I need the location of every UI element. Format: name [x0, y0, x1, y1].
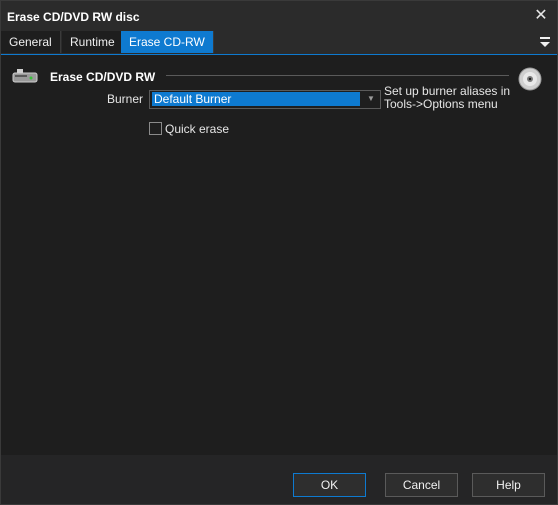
disc-icon — [518, 67, 542, 91]
burner-help-text: Set up burner aliases in Tools->Options … — [384, 84, 511, 111]
content-area — [1, 55, 557, 455]
tab-menu-icon[interactable] — [539, 35, 551, 49]
quick-erase-label[interactable]: Quick erase — [165, 122, 229, 136]
burner-select[interactable]: Default Burner ▼ — [149, 90, 381, 109]
cd-drive-icon — [12, 69, 38, 83]
title-bar[interactable]: Erase CD/DVD RW disc ✕ — [1, 1, 557, 31]
ok-button[interactable]: OK — [293, 473, 366, 497]
close-icon: ✕ — [534, 7, 548, 24]
chevron-down-icon[interactable]: ▼ — [364, 92, 378, 106]
tab-runtime[interactable]: Runtime — [62, 31, 124, 53]
dialog-window: Erase CD/DVD RW disc ✕ General Runtime E… — [0, 0, 558, 505]
close-button[interactable]: ✕ — [531, 6, 551, 26]
cancel-button[interactable]: Cancel — [385, 473, 458, 497]
window-title: Erase CD/DVD RW disc — [7, 10, 140, 24]
tab-general[interactable]: General — [1, 31, 61, 53]
section-divider — [166, 75, 509, 76]
section-title: Erase CD/DVD RW — [50, 70, 156, 84]
burner-label: Burner — [107, 92, 144, 106]
tab-bar: General Runtime Erase CD-RW — [1, 31, 557, 55]
tab-erase-cd-rw[interactable]: Erase CD-RW — [121, 31, 214, 53]
quick-erase-checkbox[interactable] — [149, 122, 162, 135]
burner-selected-value[interactable]: Default Burner — [152, 92, 360, 106]
help-button[interactable]: Help — [472, 473, 545, 497]
